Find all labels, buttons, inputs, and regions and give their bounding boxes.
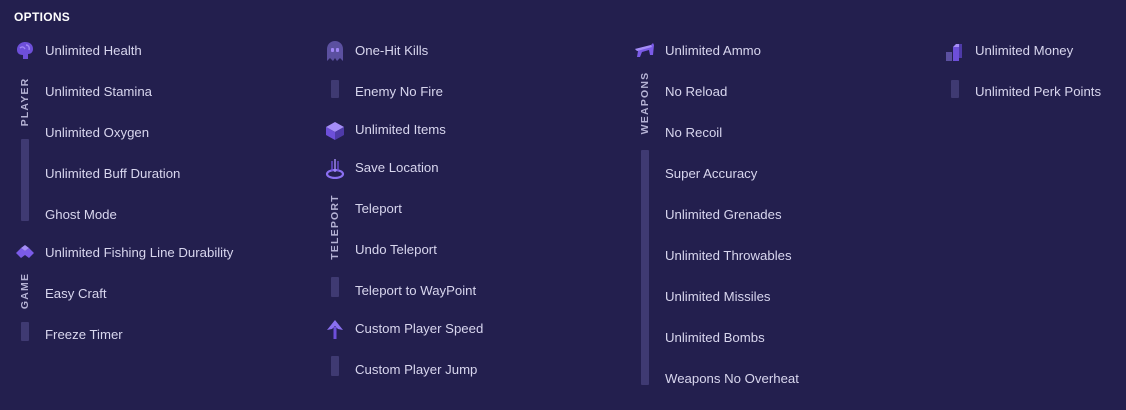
option-unlimited-oxygen[interactable]: Unlimited Oxygen [45,122,149,144]
option-unlimited-grenades[interactable]: Unlimited Grenades [665,204,782,226]
option-unlimited-items[interactable]: Unlimited Items [355,119,446,141]
option-unlimited-health[interactable]: Unlimited Health [45,40,142,62]
option-ghost-mode[interactable]: Ghost Mode [45,204,117,226]
ghost-icon [324,40,346,62]
option-custom-player-speed[interactable]: Custom Player Speed [355,318,483,340]
weapons-section-bar [641,150,649,385]
enemies-section-bar [331,80,339,98]
option-custom-player-jump[interactable]: Custom Player Jump [355,359,477,381]
option-unlimited-perk-points[interactable]: Unlimited Perk Points [975,81,1101,103]
teleport-section-bar [331,277,339,297]
movement-section-bar [331,356,339,376]
teleport-icon [324,157,346,179]
player-section-label: PLAYER [19,77,31,127]
option-freeze-timer[interactable]: Freeze Timer [45,324,123,346]
option-undo-teleport[interactable]: Undo Teleport [355,239,437,261]
player-section-bar [21,139,29,221]
option-super-accuracy[interactable]: Super Accuracy [665,163,757,185]
column-3: WEAPONS Unlimited Ammo No Reload No Reco… [634,0,924,410]
column-4: Unlimited Money Unlimited Perk Points [944,0,1126,410]
column-1: PLAYER Unlimited Health Unlimited Stamin… [14,0,304,410]
option-teleport-to-waypoint[interactable]: Teleport to WayPoint [355,280,476,302]
game-section-label: GAME [19,272,31,310]
game-section-bar [21,322,29,341]
option-unlimited-ammo[interactable]: Unlimited Ammo [665,40,761,62]
option-easy-craft[interactable]: Easy Craft [45,283,107,305]
option-unlimited-bombs[interactable]: Unlimited Bombs [665,327,765,349]
option-unlimited-missiles[interactable]: Unlimited Missiles [665,286,771,308]
option-no-recoil[interactable]: No Recoil [665,122,722,144]
box-icon [324,119,346,141]
option-teleport[interactable]: Teleport [355,198,402,220]
option-weapons-no-overheat[interactable]: Weapons No Overheat [665,368,799,390]
option-save-location[interactable]: Save Location [355,157,439,179]
option-unlimited-throwables[interactable]: Unlimited Throwables [665,245,792,267]
option-unlimited-money[interactable]: Unlimited Money [975,40,1073,62]
puzzle-icon [14,242,36,264]
option-unlimited-buff-duration[interactable]: Unlimited Buff Duration [45,163,180,185]
gun-icon [634,40,656,62]
option-enemy-no-fire[interactable]: Enemy No Fire [355,81,443,103]
option-unlimited-fishing-line-durability[interactable]: Unlimited Fishing Line Durability [45,242,233,264]
option-one-hit-kills[interactable]: One-Hit Kills [355,40,428,62]
teleport-section-label: TELEPORT [329,194,341,260]
money-icon [944,40,966,62]
column-2: One-Hit Kills Enemy No Fire Unlimited It… [324,0,614,410]
option-unlimited-stamina[interactable]: Unlimited Stamina [45,81,152,103]
option-no-reload[interactable]: No Reload [665,81,727,103]
economy-section-bar [951,80,959,98]
brain-icon [14,40,36,62]
weapons-section-label: WEAPONS [639,71,651,135]
arrow-up-icon [324,318,346,340]
